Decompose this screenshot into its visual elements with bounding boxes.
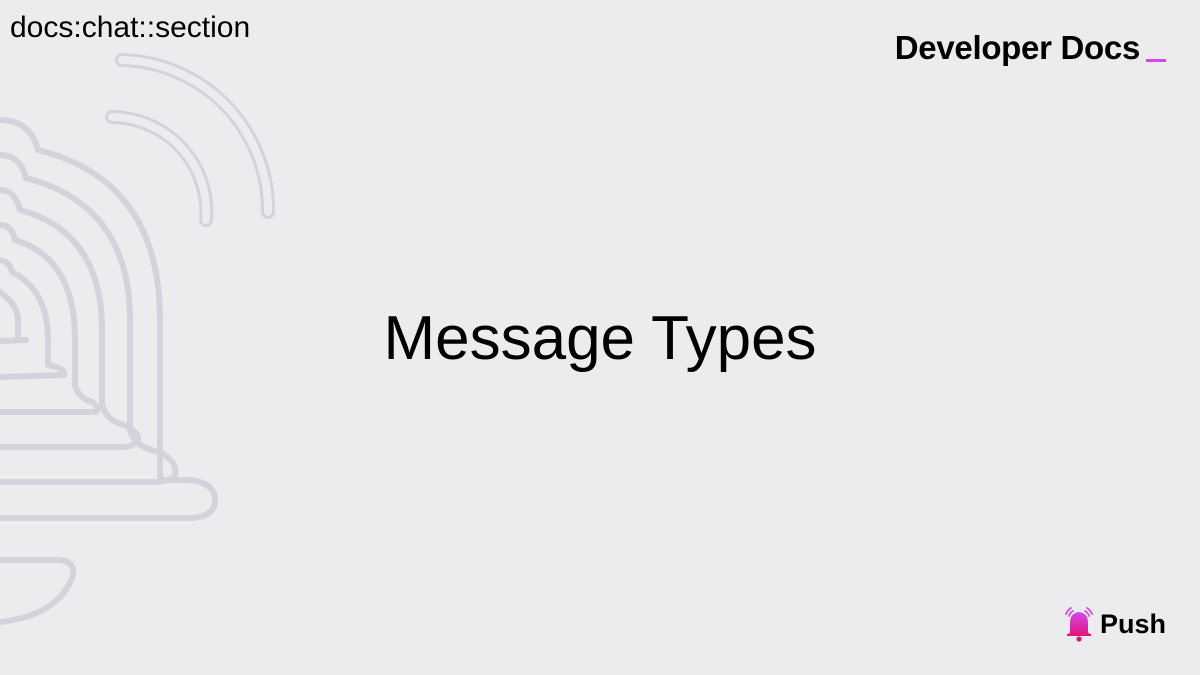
- brand-title: Developer Docs: [894, 29, 1141, 66]
- page-title: Message Types: [383, 304, 817, 373]
- signal-wave-outer-fill: [118, 56, 273, 216]
- cursor-icon: [1146, 59, 1166, 62]
- push-bell-icon: [1065, 607, 1093, 642]
- logo-wordmark: Push: [1099, 609, 1166, 639]
- breadcrumb: docs:chat::section: [10, 11, 251, 44]
- brand-header: Developer Docs: [895, 28, 1166, 68]
- push-logo: Push: [1062, 606, 1166, 642]
- bell-clapper: [0, 557, 77, 625]
